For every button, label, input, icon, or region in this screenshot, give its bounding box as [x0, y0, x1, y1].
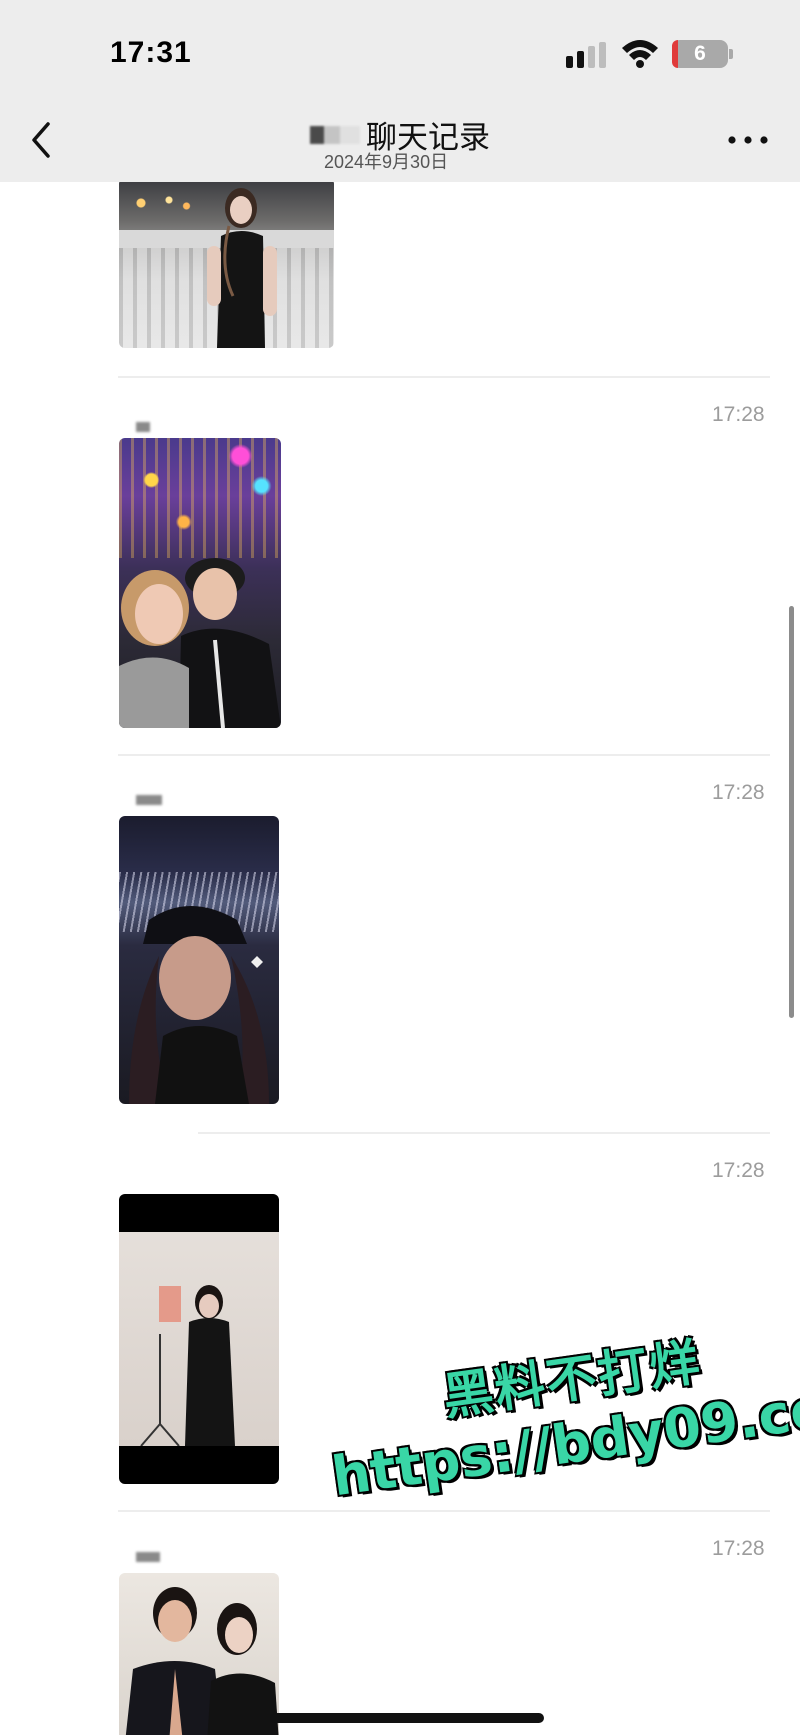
sender-name-redacted	[136, 422, 150, 432]
more-dots-icon[interactable]	[726, 132, 770, 148]
message-image-1[interactable]	[119, 178, 334, 348]
message-divider	[118, 376, 770, 378]
neon-building	[119, 438, 281, 558]
battery-cap	[729, 49, 733, 59]
sender-name-redacted	[136, 1552, 160, 1562]
message-image-2[interactable]	[119, 438, 281, 728]
message-image-3[interactable]	[119, 816, 279, 1104]
message-timestamp: 17:28	[712, 781, 765, 804]
background-lights	[127, 188, 197, 218]
message-divider	[118, 754, 770, 756]
navigation-header: 17:31 6 聊天记录 2024年9月30日	[0, 0, 800, 182]
message-divider	[198, 1132, 770, 1134]
message-divider	[118, 1510, 770, 1512]
message-timestamp: 17:28	[712, 1159, 765, 1182]
message-image-4[interactable]	[119, 1194, 279, 1484]
chat-date: 2024年9月30日	[324, 152, 449, 172]
message-timestamp: 17:28	[712, 403, 765, 426]
wifi-icon	[622, 40, 658, 68]
signal-icon	[566, 42, 606, 68]
couple-selfie	[119, 558, 281, 728]
woman-in-black	[185, 1285, 235, 1446]
status-time: 17:31	[110, 36, 192, 69]
home-indicator[interactable]	[270, 1713, 544, 1723]
message-image-5[interactable]	[119, 1573, 279, 1735]
woman-figure	[207, 188, 277, 348]
couple-portrait	[125, 1587, 279, 1735]
sender-name-redacted	[136, 795, 162, 805]
battery-level: 6	[694, 42, 706, 65]
message-timestamp: 17:28	[712, 1537, 765, 1560]
woman-in-cap	[129, 906, 269, 1104]
contact-name-redacted	[310, 125, 360, 144]
scrollbar[interactable]	[789, 606, 794, 1018]
battery-icon: 6	[672, 40, 728, 68]
